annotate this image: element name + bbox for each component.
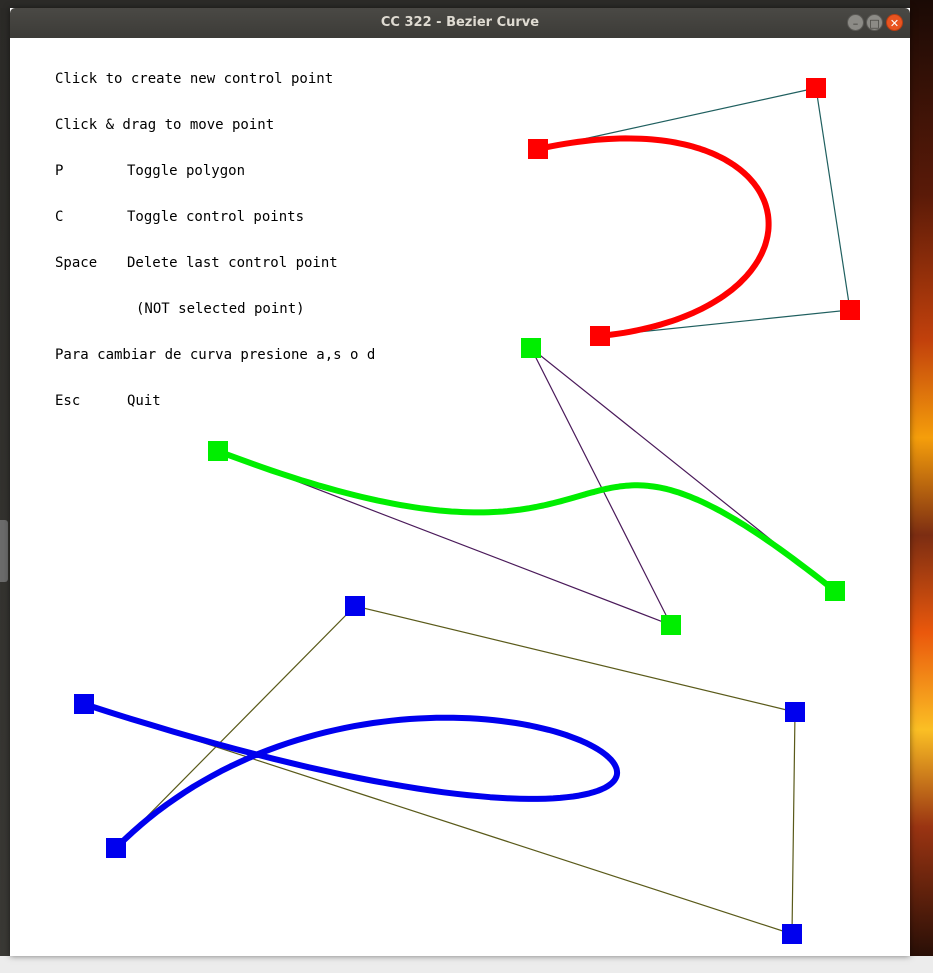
help-key-esc: Esc (55, 393, 81, 409)
red-curve-control-polygon (537, 87, 851, 337)
help-key-space: Space (55, 255, 98, 271)
red-curve-control-point-2[interactable] (806, 78, 826, 98)
help-delete-point: Space Delete last control point (55, 255, 338, 271)
desktop-bottom-strip (0, 956, 933, 973)
red-curve-control-point-4[interactable] (590, 326, 610, 346)
app-window: CC 322 - Bezier Curve – □ ✕ Click to cre… (10, 8, 910, 956)
help-text-space: Delete last control point (127, 255, 338, 271)
green-curve-control-polygon (217, 347, 836, 627)
help-key-c: C (55, 209, 64, 225)
blue-curve-control-point-1[interactable] (74, 694, 94, 714)
help-text-esc: Quit (127, 393, 161, 409)
red-curve-path (537, 135, 772, 339)
help-not-selected: (NOT selected point) (136, 301, 305, 317)
green-curve[interactable] (208, 338, 845, 635)
green-curve-control-point-1[interactable] (208, 441, 228, 461)
help-toggle-polygon: P Toggle polygon (55, 163, 245, 179)
help-toggle-control: C Toggle control points (55, 209, 304, 225)
red-curve[interactable] (528, 78, 860, 346)
green-curve-control-point-4[interactable] (825, 581, 845, 601)
title-bar[interactable]: CC 322 - Bezier Curve – □ ✕ (10, 8, 910, 38)
help-change-curve: Para cambiar de curva presione a,s o d (55, 347, 376, 363)
window-title: CC 322 - Bezier Curve (380, 15, 540, 30)
top-panel-strip (0, 0, 933, 8)
help-key-p: P (55, 163, 64, 179)
blue-curve-control-polygon (83, 605, 796, 935)
blue-curve-control-point-5[interactable] (106, 838, 126, 858)
blue-curve-control-point-4[interactable] (345, 596, 365, 616)
close-button[interactable]: ✕ (886, 14, 903, 31)
blue-curve-path (83, 701, 621, 851)
help-click-create: Click to create new control point (55, 71, 334, 87)
help-click-drag: Click & drag to move point (55, 117, 275, 133)
blue-curve[interactable] (74, 596, 805, 944)
drawing-canvas[interactable]: Click to create new control point Click … (10, 38, 910, 956)
help-quit: Esc Quit (55, 393, 161, 409)
blue-curve-control-point-3[interactable] (785, 702, 805, 722)
green-curve-control-point-2[interactable] (661, 615, 681, 635)
red-curve-control-point-3[interactable] (840, 300, 860, 320)
maximize-button[interactable]: □ (866, 14, 883, 31)
red-curve-control-point-1[interactable] (528, 139, 548, 159)
help-text-control: Toggle control points (127, 209, 305, 225)
minimize-button[interactable]: – (847, 14, 864, 31)
launcher-edge (0, 520, 8, 582)
blue-curve-control-point-2[interactable] (782, 924, 802, 944)
desktop-wallpaper-edge (910, 0, 933, 973)
help-text-polygon: Toggle polygon (127, 163, 246, 179)
green-curve-control-point-3[interactable] (521, 338, 541, 358)
